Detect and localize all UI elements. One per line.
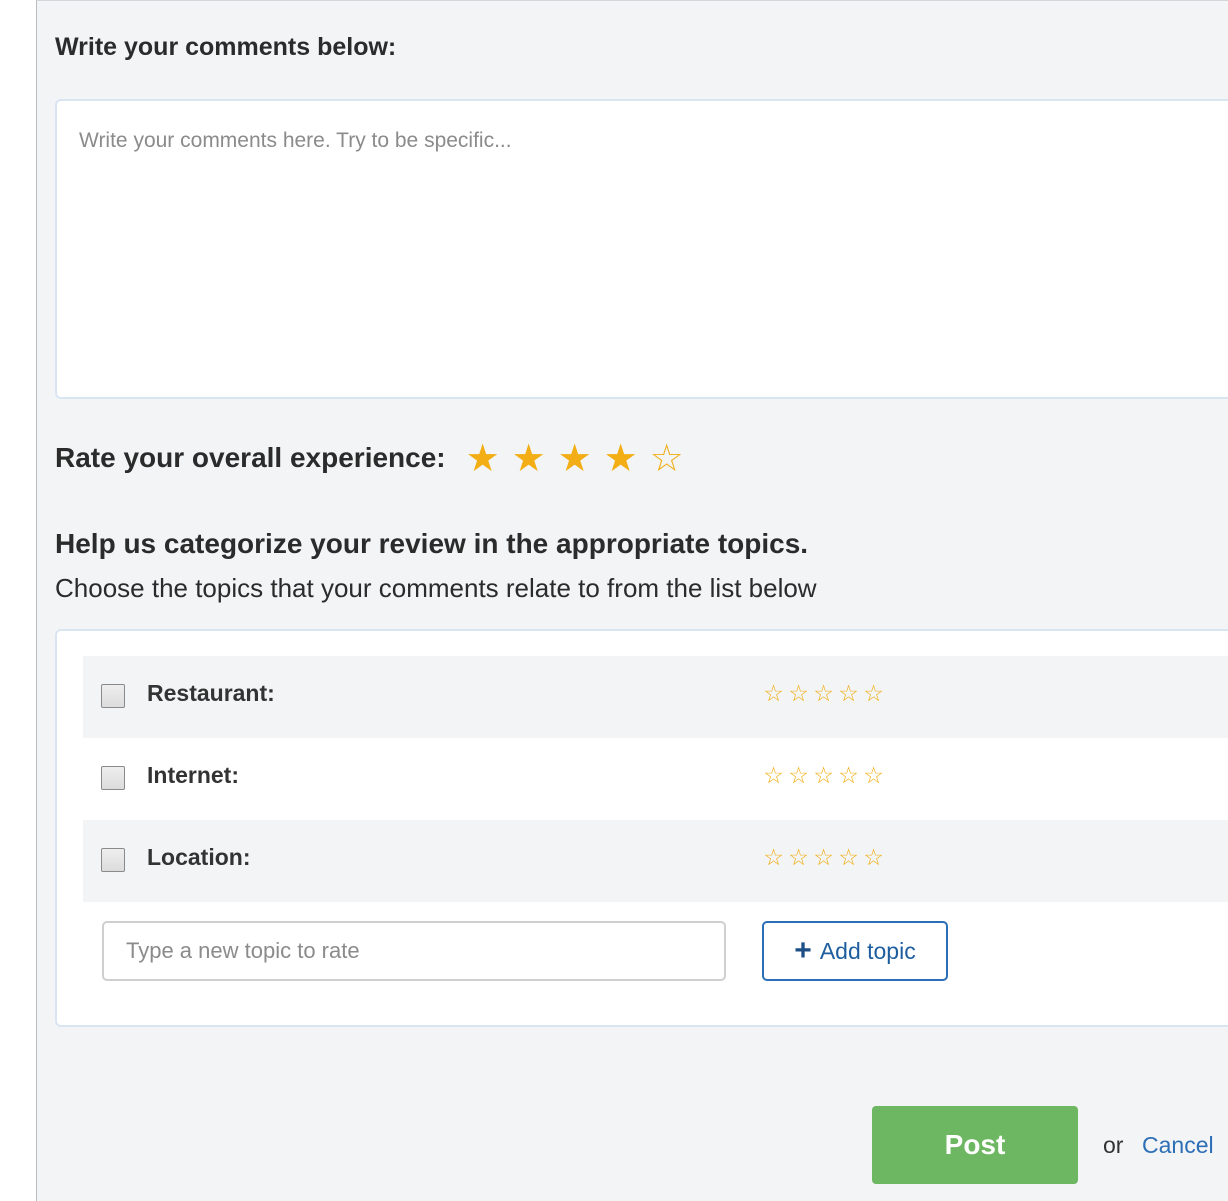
topics-box: Restaurant: ☆ ☆ ☆ ☆ ☆ Internet: ☆ ☆ ☆ ☆ … (55, 629, 1228, 1027)
or-text: or (1103, 1132, 1124, 1158)
topics-heading: Help us categorize your review in the ap… (55, 528, 809, 559)
plus-icon: + (794, 934, 812, 967)
topic-star-icon[interactable]: ☆ (811, 842, 836, 874)
overall-star-4-icon[interactable]: ★ (598, 436, 644, 480)
topic-star-icon[interactable]: ☆ (861, 760, 886, 792)
topic-label-restaurant: Restaurant: (147, 680, 275, 706)
topic-checkbox-internet[interactable] (101, 766, 125, 790)
topic-star-icon[interactable]: ☆ (836, 678, 861, 710)
topic-label-internet: Internet: (147, 762, 239, 788)
topic-rating-location: ☆ ☆ ☆ ☆ ☆ (761, 842, 886, 874)
overall-rating-label: Rate your overall experience: (55, 442, 446, 473)
post-button[interactable]: Post (872, 1106, 1078, 1184)
topic-star-icon[interactable]: ☆ (786, 678, 811, 710)
topic-star-icon[interactable]: ☆ (861, 842, 886, 874)
topic-label-location: Location: (147, 844, 251, 870)
add-topic-button[interactable]: + Add topic (762, 921, 948, 981)
topic-star-icon[interactable]: ☆ (761, 842, 786, 874)
comments-heading: Write your comments below: (55, 33, 397, 61)
topics-subheading: Choose the topics that your comments rel… (55, 573, 817, 603)
topic-star-icon[interactable]: ☆ (786, 842, 811, 874)
topic-star-icon[interactable]: ☆ (761, 678, 786, 710)
topic-star-icon[interactable]: ☆ (861, 678, 886, 710)
overall-star-2-icon[interactable]: ★ (506, 436, 552, 480)
topic-row-location: Location: ☆ ☆ ☆ ☆ ☆ (83, 820, 1228, 902)
overall-rating-row: Rate your overall experience: ★ ★ ★ ★ ☆ (55, 436, 690, 480)
topic-star-icon[interactable]: ☆ (836, 842, 861, 874)
comments-textarea[interactable] (55, 99, 1228, 399)
topic-checkbox-location[interactable] (101, 848, 125, 872)
overall-star-3-icon[interactable]: ★ (552, 436, 598, 480)
topic-rating-internet: ☆ ☆ ☆ ☆ ☆ (761, 760, 886, 792)
topic-row-internet: Internet: ☆ ☆ ☆ ☆ ☆ (83, 738, 1228, 820)
topic-star-icon[interactable]: ☆ (761, 760, 786, 792)
post-button-label: Post (944, 1129, 1006, 1160)
cancel-link[interactable]: Cancel (1142, 1132, 1214, 1159)
topic-rating-restaurant: ☆ ☆ ☆ ☆ ☆ (761, 678, 886, 710)
overall-star-5-icon[interactable]: ☆ (644, 436, 690, 480)
topic-star-icon[interactable]: ☆ (811, 760, 836, 792)
topic-star-icon[interactable]: ☆ (786, 760, 811, 792)
new-topic-input[interactable] (102, 921, 726, 981)
topic-star-icon[interactable]: ☆ (836, 760, 861, 792)
topic-star-icon[interactable]: ☆ (811, 678, 836, 710)
topic-row-restaurant: Restaurant: ☆ ☆ ☆ ☆ ☆ (83, 656, 1228, 738)
topic-checkbox-restaurant[interactable] (101, 684, 125, 708)
add-topic-label: Add topic (819, 937, 916, 964)
overall-star-1-icon[interactable]: ★ (460, 436, 506, 480)
